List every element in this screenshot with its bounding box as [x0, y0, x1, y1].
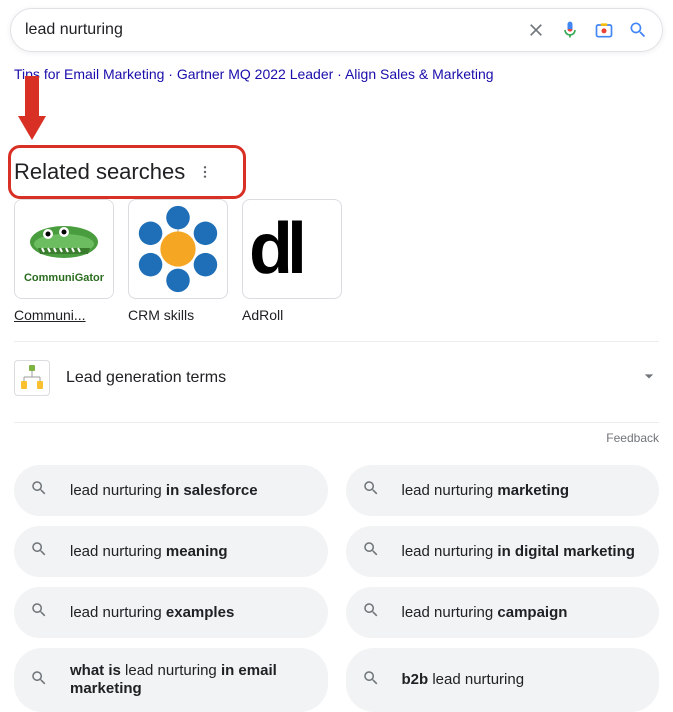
expander-thumbnail: [14, 360, 50, 396]
more-options-icon[interactable]: [197, 164, 213, 180]
search-input[interactable]: [25, 21, 526, 39]
divider: [14, 341, 659, 342]
search-icon: [30, 479, 48, 502]
related-card-label: AdRoll: [242, 307, 342, 323]
related-chip[interactable]: lead nurturing examples: [14, 587, 328, 638]
search-icon: [30, 540, 48, 563]
chip-label: lead nurturing marketing: [402, 482, 570, 500]
related-card-adroll[interactable]: dl AdRoll: [242, 199, 342, 323]
search-icon: [30, 669, 48, 692]
search-bar-icons: [526, 20, 648, 40]
search-icon: [362, 540, 380, 563]
related-cards-row: CommuniGator Communi... CRM skills dl Ad…: [14, 199, 659, 323]
chip-label: lead nurturing examples: [70, 604, 234, 622]
adroll-thumbnail: dl: [242, 199, 342, 299]
related-card-communigator[interactable]: CommuniGator Communi...: [14, 199, 114, 323]
chip-label: lead nurturing meaning: [70, 543, 228, 561]
related-chip[interactable]: lead nurturing in salesforce: [14, 465, 328, 516]
ad-link-1[interactable]: Gartner MQ 2022 Leader: [177, 66, 333, 82]
image-search-icon[interactable]: [594, 20, 614, 40]
expander-label: Lead generation terms: [66, 369, 639, 387]
search-icon[interactable]: [628, 20, 648, 40]
related-chip[interactable]: lead nurturing marketing: [346, 465, 660, 516]
related-searches-header: Related searches: [14, 159, 659, 185]
related-chip[interactable]: b2b lead nurturing: [346, 648, 660, 712]
lead-generation-terms-expander[interactable]: Lead generation terms: [14, 352, 659, 404]
chevron-down-icon: [639, 366, 659, 391]
related-card-label: Communi...: [14, 307, 114, 323]
related-search-chips: lead nurturing in salesforce lead nurtur…: [14, 465, 659, 712]
related-searches-title: Related searches: [14, 159, 185, 185]
chip-label: what is lead nurturing in email marketin…: [70, 662, 312, 698]
chip-label: b2b lead nurturing: [402, 671, 525, 689]
ad-link-2[interactable]: Align Sales & Marketing: [345, 66, 494, 82]
communigator-thumbnail: CommuniGator: [14, 199, 114, 299]
related-chip[interactable]: lead nurturing campaign: [346, 587, 660, 638]
crm-skills-thumbnail: [128, 199, 228, 299]
chip-label: lead nurturing in digital marketing: [402, 543, 635, 561]
chip-label: lead nurturing in salesforce: [70, 482, 258, 500]
clear-icon[interactable]: [526, 20, 546, 40]
search-icon: [362, 479, 380, 502]
divider: [14, 422, 659, 423]
related-card-crm-skills[interactable]: CRM skills: [128, 199, 228, 323]
chip-label: lead nurturing campaign: [402, 604, 568, 622]
annotation-arrow-icon: [14, 76, 673, 151]
search-icon: [362, 601, 380, 624]
related-chip[interactable]: lead nurturing in digital marketing: [346, 526, 660, 577]
search-icon: [30, 601, 48, 624]
voice-search-icon[interactable]: [560, 20, 580, 40]
related-chip[interactable]: lead nurturing meaning: [14, 526, 328, 577]
related-chip[interactable]: what is lead nurturing in email marketin…: [14, 648, 328, 712]
feedback-link[interactable]: Feedback: [14, 431, 659, 445]
search-bar: [10, 8, 663, 52]
related-card-label: CRM skills: [128, 307, 228, 323]
search-icon: [362, 669, 380, 692]
